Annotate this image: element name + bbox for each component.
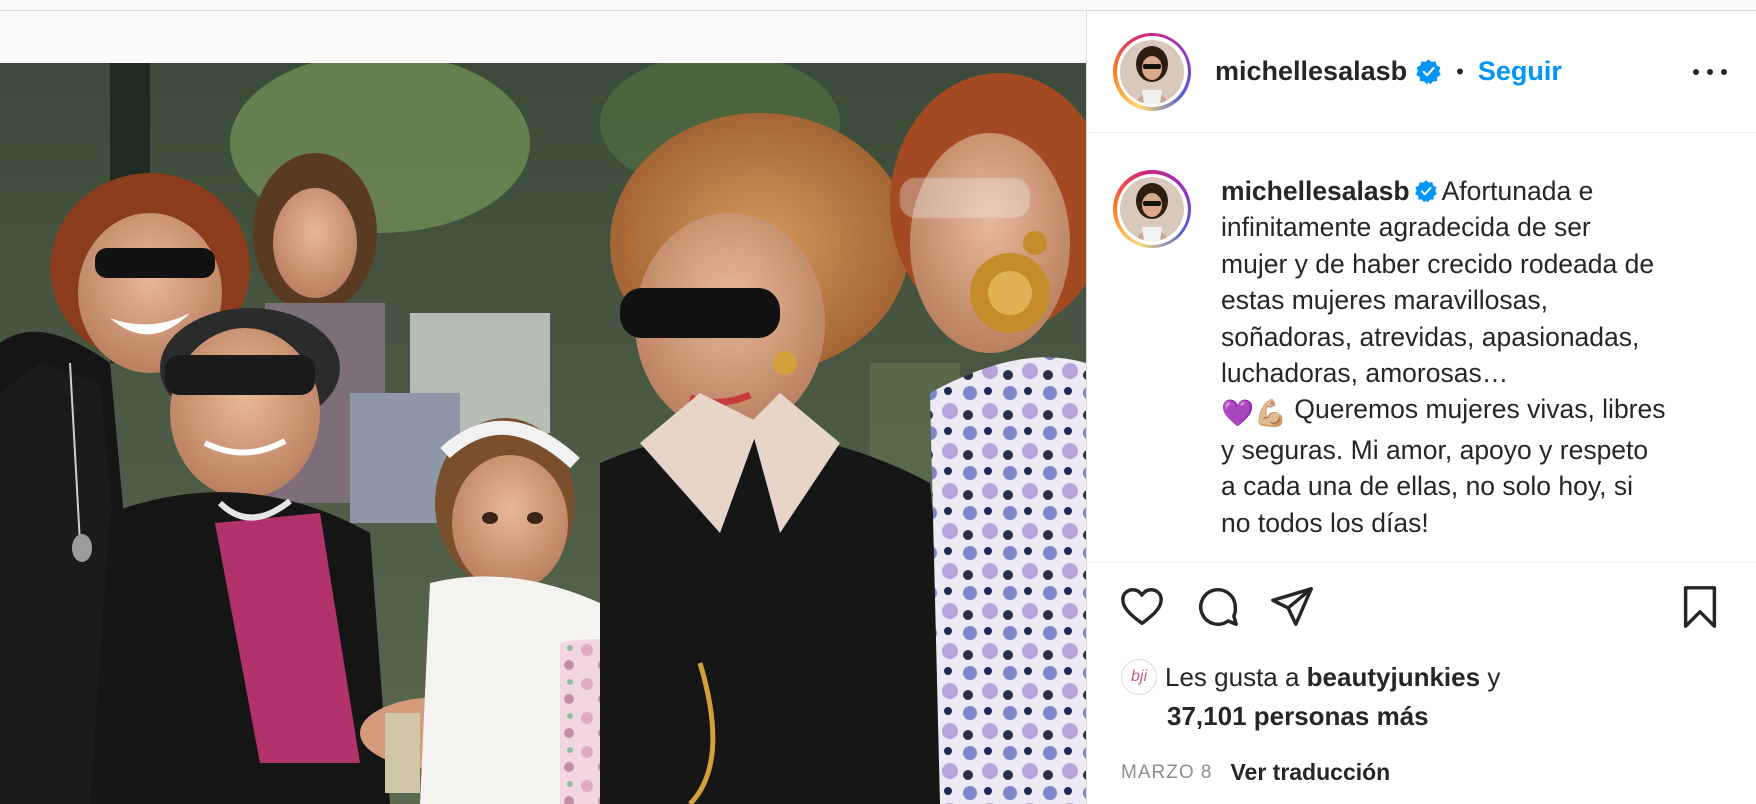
comment-icon[interactable] — [1195, 584, 1241, 630]
follow-button[interactable]: Seguir — [1478, 56, 1562, 87]
caption-line-4: estas mujeres maravillosas, — [1221, 285, 1548, 316]
post-photo[interactable] — [0, 63, 1086, 804]
likes-conjunction: y — [1487, 661, 1501, 692]
post-media — [0, 11, 1086, 804]
author-avatar-image — [1120, 39, 1184, 104]
likes-text: Les gusta a beautyjunkies y — [1165, 662, 1500, 693]
caption-line-5: soñadoras, atrevidas, apasionadas, — [1221, 321, 1640, 352]
caption-verified-badge-icon — [1414, 180, 1437, 203]
caption-emoji: 💜💪🏼 — [1221, 398, 1287, 429]
post-photo-image — [0, 63, 1086, 804]
caption-line-10: no todos los días! — [1221, 507, 1429, 538]
caption-section: michellesalasb Afortunada e infinitament… — [1087, 133, 1756, 563]
post-side-panel: michellesalasb • Seguir michellesalasb A… — [1086, 11, 1756, 804]
caption-line-3: mujer y de haber crecido rodeada de — [1221, 248, 1655, 279]
likes-count[interactable]: 37,101 personas más — [1167, 701, 1741, 732]
liker-avatar[interactable]: bji — [1121, 659, 1157, 695]
browser-top-border — [0, 0, 1756, 11]
likes-summary: bji Les gusta a beautyjunkies y 37,101 p… — [1121, 659, 1741, 732]
post-actions-bar — [1087, 566, 1756, 638]
bookmark-icon[interactable] — [1677, 584, 1723, 630]
verified-badge-icon — [1416, 59, 1441, 85]
paper-plane-icon[interactable] — [1269, 584, 1315, 630]
post-header: michellesalasb • Seguir — [1087, 11, 1756, 133]
translate-link[interactable]: Ver traducción — [1230, 759, 1390, 786]
caption-line-9: a cada una de ellas, no solo hoy, si — [1221, 471, 1634, 502]
heart-icon[interactable] — [1119, 584, 1165, 630]
liker-username[interactable]: beautyjunkies — [1307, 662, 1480, 692]
media-top-strip — [0, 11, 1086, 63]
caption-author-avatar[interactable] — [1113, 170, 1191, 248]
caption-line-2: infinitamente agradecida de ser — [1221, 212, 1591, 243]
header-separator: • — [1456, 58, 1464, 84]
caption-username[interactable]: michellesalasb — [1221, 176, 1410, 206]
post-footer: MARZO 8 Ver traducción — [1121, 759, 1390, 786]
more-options-icon[interactable] — [1693, 59, 1727, 85]
caption-author-avatar-image — [1120, 177, 1184, 241]
author-username[interactable]: michellesalasb — [1215, 56, 1407, 87]
likes-prefix: Les gusta a — [1165, 661, 1300, 692]
post-date[interactable]: MARZO 8 — [1121, 762, 1212, 784]
caption-line-7: Queremos mujeres vivas, libres — [1294, 394, 1666, 425]
author-avatar[interactable] — [1113, 32, 1191, 111]
caption-line-6: luchadoras, amorosas… — [1221, 358, 1509, 389]
post-caption: michellesalasb Afortunada e infinitament… — [1221, 173, 1731, 541]
caption-line-8: y seguras. Mi amor, apoyo y respeto — [1221, 434, 1649, 465]
caption-line-1: Afortunada e — [1441, 176, 1594, 206]
